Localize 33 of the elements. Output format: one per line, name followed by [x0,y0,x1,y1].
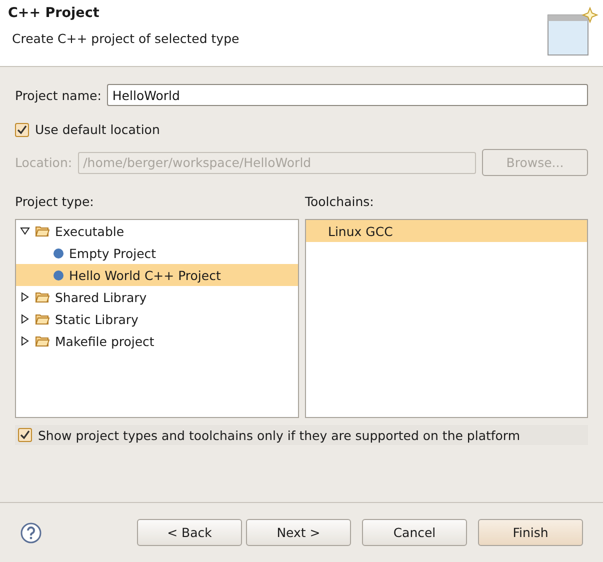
section-label: Toolchains: [305,194,375,209]
field-label: Location: [15,155,72,170]
checkbox[interactable] [15,122,29,136]
expand-triangle-icon[interactable] [20,336,30,346]
project-name-field[interactable]: HelloWorld [107,84,588,106]
expand-triangle-icon[interactable] [20,292,30,302]
folder-icon [35,335,50,347]
checkbox-label: Show project types and toolchains only if they are supported on the platform [38,428,520,442]
expand-triangle-icon[interactable] [20,314,30,324]
dialog-button[interactable]: < Back [137,519,242,546]
tree-item[interactable]: Empty Project [16,242,298,264]
dot-icon [53,270,64,280]
tree-item[interactable]: Makefile project [16,330,298,352]
section-label: Project type: [15,194,95,209]
checkbox-label: Use default location [35,122,160,137]
tree-item[interactable]: Hello World C++ Project [16,264,298,286]
dot-icon [53,248,64,258]
field-label: Project name: [15,88,102,102]
folder-icon [35,225,50,237]
folder-icon [35,291,50,303]
window-title: C++ Project [8,5,100,21]
folder-icon [35,313,50,325]
collapse-triangle-icon[interactable] [20,226,30,236]
subtitle: Create C++ project of selected type [11,31,240,46]
tree-item[interactable]: Executable [16,220,298,242]
list-item[interactable]: Linux GCC [306,220,587,242]
checkbox[interactable] [18,428,32,442]
tree-item[interactable]: Shared Library [16,286,298,308]
dialog-button[interactable]: Finish [478,519,583,546]
tree-item[interactable]: Static Library [16,308,298,330]
dialog-button[interactable]: Next > [246,519,351,546]
help-icon[interactable] [20,522,42,544]
dialog-button[interactable]: Cancel [362,519,467,546]
